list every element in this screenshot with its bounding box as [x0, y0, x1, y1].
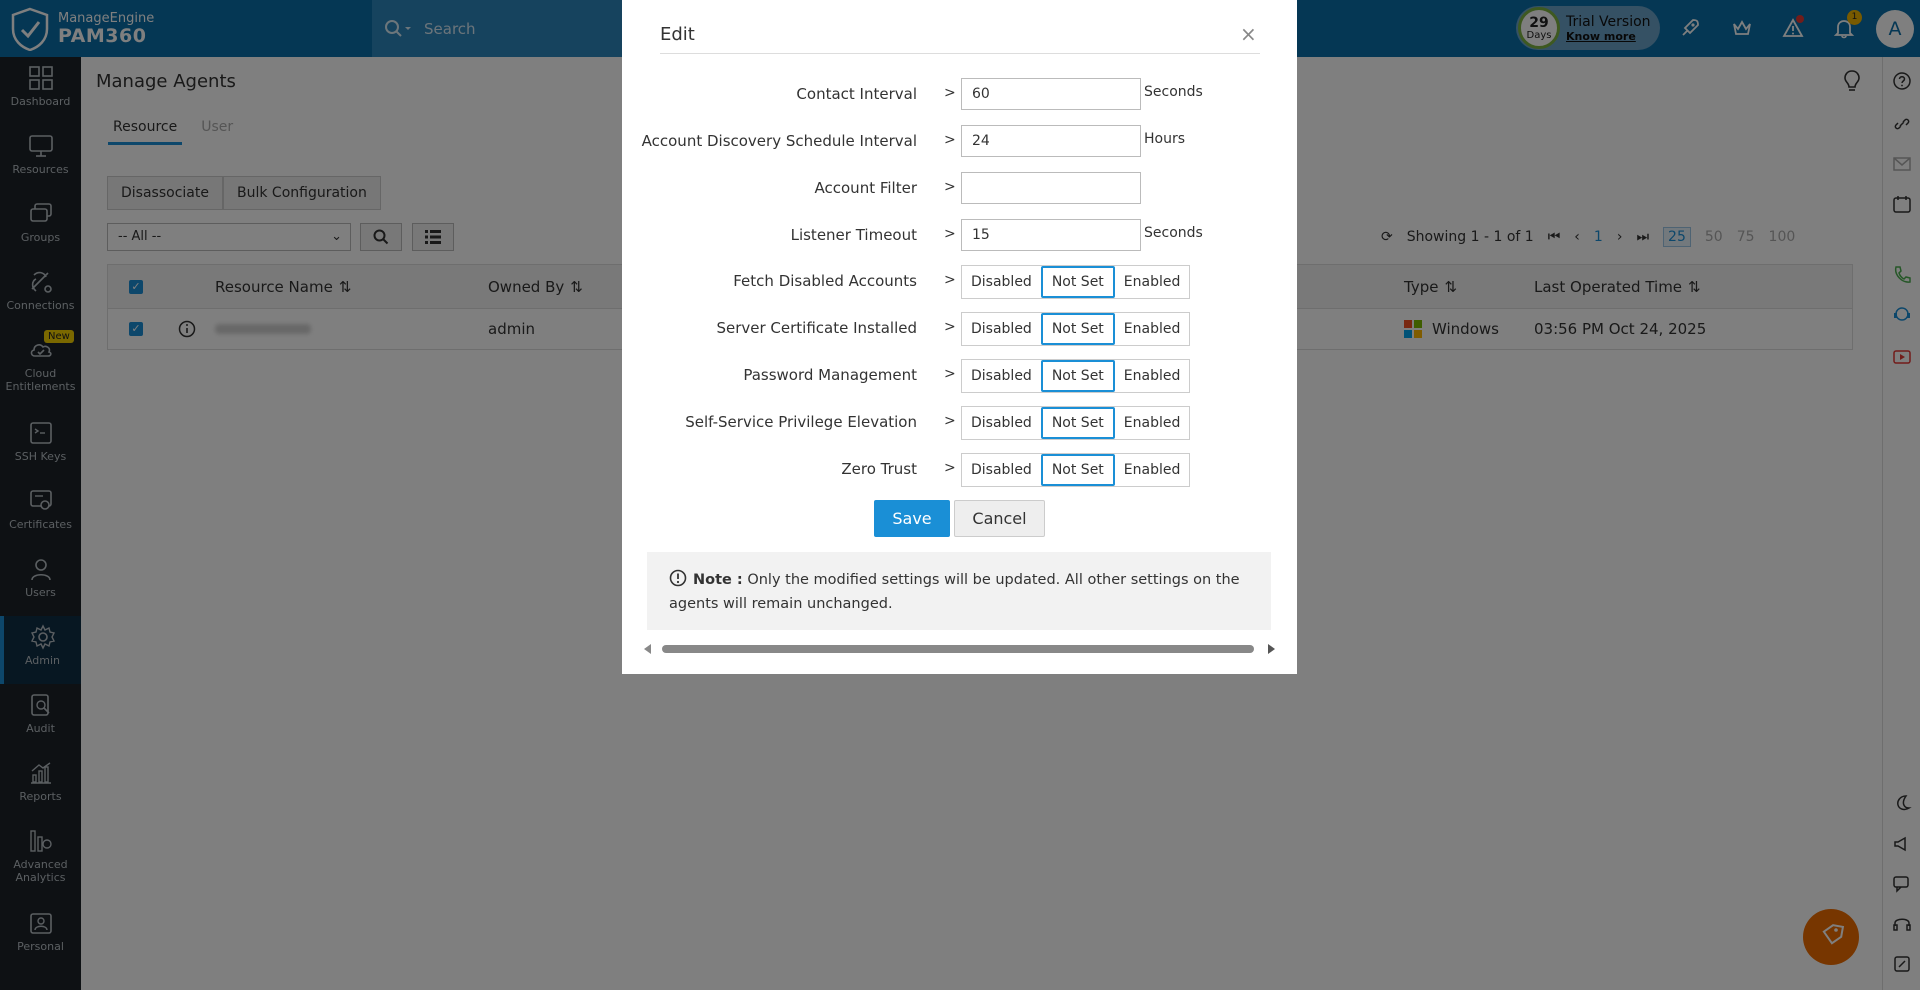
option-disabled[interactable]: Disabled	[962, 454, 1041, 486]
account-discovery-interval-input[interactable]: 24	[961, 125, 1141, 157]
segmented-control: Disabled Not Set Enabled	[961, 312, 1191, 346]
note-text: Only the modified settings will be updat…	[669, 572, 1240, 612]
toggle-self-service-privilege-elevation: Self-Service Privilege Elevation > Disab…	[622, 406, 1297, 440]
option-enabled[interactable]: Enabled	[1115, 454, 1190, 486]
field-contact-interval: Contact Interval > 60 Seconds	[622, 78, 1297, 112]
option-not-set[interactable]: Not Set	[1040, 360, 1115, 392]
note-box: Note : Only the modified settings will b…	[647, 552, 1271, 630]
note-label: Note :	[693, 572, 743, 588]
close-icon[interactable]: ×	[1240, 22, 1257, 46]
modal-title: Edit	[660, 24, 695, 45]
contact-interval-input[interactable]: 60	[961, 78, 1141, 110]
option-not-set[interactable]: Not Set	[1040, 266, 1115, 298]
horizontal-scrollbar[interactable]	[642, 642, 1277, 656]
info-icon	[669, 569, 687, 587]
option-disabled[interactable]: Disabled	[962, 266, 1041, 298]
option-enabled[interactable]: Enabled	[1115, 266, 1190, 298]
edit-modal: Edit × Contact Interval > 60 Seconds Acc…	[622, 0, 1297, 674]
save-button[interactable]: Save	[874, 500, 950, 537]
listener-timeout-input[interactable]: 15	[961, 219, 1141, 251]
toggle-server-certificate-installed: Server Certificate Installed > Disabled …	[622, 312, 1297, 346]
option-enabled[interactable]: Enabled	[1115, 407, 1190, 439]
option-disabled[interactable]: Disabled	[962, 313, 1041, 345]
option-not-set[interactable]: Not Set	[1040, 313, 1115, 345]
toggle-fetch-disabled-accounts: Fetch Disabled Accounts > Disabled Not S…	[622, 265, 1297, 299]
segmented-control: Disabled Not Set Enabled	[961, 265, 1191, 299]
option-disabled[interactable]: Disabled	[962, 360, 1041, 392]
option-enabled[interactable]: Enabled	[1115, 360, 1190, 392]
toggle-zero-trust: Zero Trust > Disabled Not Set Enabled	[622, 453, 1297, 487]
option-not-set[interactable]: Not Set	[1040, 454, 1115, 486]
option-enabled[interactable]: Enabled	[1115, 313, 1190, 345]
account-filter-input[interactable]	[961, 172, 1141, 204]
field-account-discovery-interval: Account Discovery Schedule Interval > 24…	[622, 125, 1297, 159]
cancel-button[interactable]: Cancel	[954, 500, 1045, 537]
modal-divider	[660, 53, 1260, 54]
toggle-password-management: Password Management > Disabled Not Set E…	[622, 359, 1297, 393]
field-account-filter: Account Filter >	[622, 172, 1297, 206]
segmented-control: Disabled Not Set Enabled	[961, 453, 1191, 487]
option-disabled[interactable]: Disabled	[962, 407, 1041, 439]
segmented-control: Disabled Not Set Enabled	[961, 359, 1191, 393]
field-listener-timeout: Listener Timeout > 15 Seconds	[622, 219, 1297, 253]
segmented-control: Disabled Not Set Enabled	[961, 406, 1191, 440]
option-not-set[interactable]: Not Set	[1040, 407, 1115, 439]
